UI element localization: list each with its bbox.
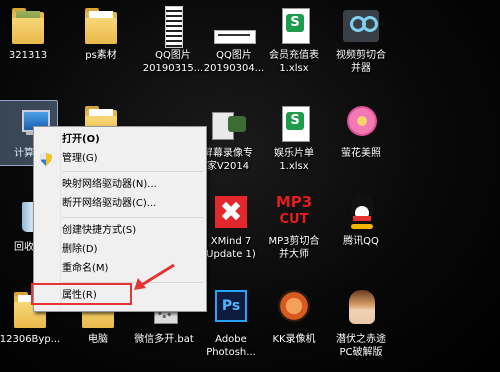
- kk-recorder-icon: [274, 290, 314, 330]
- menu-separator: [62, 217, 203, 218]
- menu-item-create-shortcut[interactable]: 创建快捷方式(S): [62, 222, 136, 240]
- desktop-icon-ps-material[interactable]: ps素材: [65, 6, 137, 62]
- icon-label-line2: PC破解版: [339, 347, 383, 358]
- image-file-icon: [214, 6, 256, 46]
- menu-item-rename[interactable]: 重命名(M): [62, 260, 108, 278]
- menu-item-map-network-drive[interactable]: 映射网络驱动器(N)...: [62, 176, 157, 194]
- menu-item-delete[interactable]: 删除(D): [62, 241, 98, 259]
- qq-penguin-icon: [341, 192, 381, 232]
- icon-label: 会员充值表: [269, 50, 319, 61]
- icon-label: 321313: [8, 50, 48, 61]
- icon-label: 视频剪切合: [336, 50, 386, 61]
- excel-file-icon: S: [274, 6, 314, 46]
- desktop-icon-tencent-qq[interactable]: 腾讯QQ: [325, 192, 397, 248]
- icon-label-line2: 1.xlsx: [279, 63, 309, 74]
- icon-label: 微信多开.bat: [134, 334, 194, 345]
- desktop-icon-video-cutter[interactable]: 视频剪切合 并器: [325, 6, 397, 75]
- icon-label: ps素材: [85, 50, 117, 61]
- icon-label-line2: 并器: [351, 63, 371, 74]
- desktop-icon-entertainment-xlsx[interactable]: S 娱乐片单 1.xlsx: [258, 104, 330, 173]
- icon-label: 潜伏之赤途: [336, 334, 386, 345]
- desktop-icon-game[interactable]: 潜伏之赤途 PC破解版: [325, 290, 397, 359]
- icon-label: 娱乐片单: [274, 148, 314, 159]
- icon-label: 电脑: [88, 334, 108, 345]
- camera-icon: [208, 104, 248, 144]
- uac-shield-icon: [40, 153, 52, 166]
- image-file-icon: [153, 6, 193, 48]
- photoshop-icon: Ps: [211, 290, 251, 330]
- desktop-icon-mp3-cutter[interactable]: MP3 CUT MP3剪切合 并大师: [258, 192, 330, 261]
- icon-label-line2: 1.xlsx: [279, 161, 309, 172]
- folder-icon: [8, 6, 48, 46]
- icon-label-line2: Photosh...: [206, 347, 256, 358]
- desktop-icon-kk-recorder[interactable]: KK录像机: [258, 290, 330, 346]
- game-character-icon: [341, 290, 381, 330]
- desktop-icon-member-recharge-xlsx[interactable]: S 会员充值表 1.xlsx: [258, 6, 330, 75]
- xmind-icon: [211, 192, 251, 232]
- menu-item-manage[interactable]: 管理(G): [62, 150, 98, 168]
- menu-gutter: [60, 129, 61, 309]
- icon-label: Adobe: [215, 334, 247, 345]
- folder-icon: [81, 6, 121, 46]
- desktop-icon-flower-photo[interactable]: 萤花美照: [325, 104, 397, 160]
- icon-label: MP3剪切合: [268, 236, 320, 247]
- icon-label-line2: 并大师: [279, 249, 309, 260]
- properties-highlight-box: [31, 283, 132, 305]
- mp3-cut-icon: MP3 CUT: [275, 193, 313, 227]
- menu-item-open[interactable]: 打开(O): [62, 131, 100, 149]
- flower-icon: [341, 104, 381, 144]
- excel-file-icon: S: [274, 104, 314, 144]
- icon-label: 腾讯QQ: [343, 236, 379, 247]
- icon-label: KK录像机: [272, 334, 316, 345]
- icon-label: 萤花美照: [341, 148, 381, 159]
- scissors-icon: [341, 6, 381, 46]
- icon-label: 12306Byp...: [0, 334, 61, 345]
- desktop-icon-321313[interactable]: 321313: [0, 6, 64, 62]
- menu-item-disconnect-network-drive[interactable]: 断开网络驱动器(C)...: [62, 195, 156, 213]
- menu-separator: [62, 171, 203, 172]
- red-arrow-icon: [134, 263, 175, 290]
